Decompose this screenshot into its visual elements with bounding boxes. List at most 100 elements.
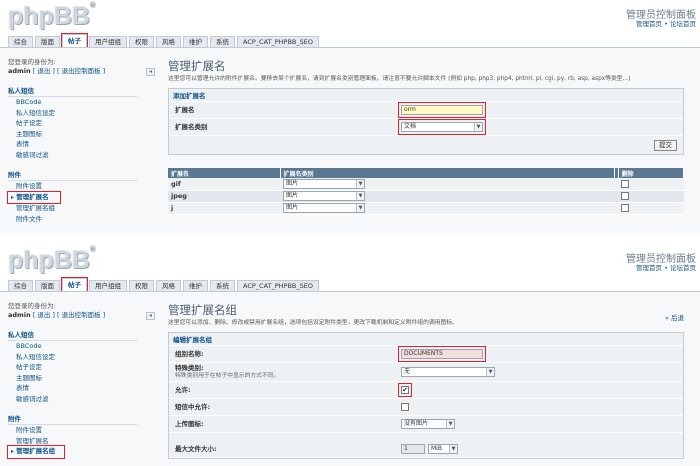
sidebar-item-extension-groups[interactable]: ▸ 管理扩展名组	[7, 445, 65, 459]
logout-link[interactable]: [ 退出 ]	[33, 311, 55, 319]
tab-posting[interactable]: 帖子	[61, 33, 88, 49]
acp-header-links[interactable]: 管理首页 • 论坛首页	[636, 262, 696, 272]
group-name-row: 组别名称: DOCUMENTS	[169, 346, 683, 363]
upload-icon-select[interactable]: 没有图片 ▼	[401, 419, 455, 429]
row-group-select[interactable]: 图片 ▼	[283, 178, 365, 189]
header: phpBB® 管理员控制面板 管理首页 • 论坛首页	[0, 0, 700, 34]
extension-group-select[interactable]: 文档 ▼	[398, 119, 486, 135]
page-description: 这里您可以添加、删除、修改或禁用扩展名组，选项包括设定附件类型，更改下载机制和定…	[168, 320, 458, 326]
extension-group-row: 扩展名类别 文档 ▼	[169, 119, 683, 136]
tab-bar: 综合 版面 帖子 用户组组 权限 风格 维护 系统 ACP_CAT_PHPBB_…	[8, 33, 319, 49]
sidebar-item-word-censor[interactable]: 敏感词过滤	[8, 394, 138, 405]
sidebar-section-pm: 私人短信	[8, 85, 138, 97]
sidebar-item-manage-extensions[interactable]: ▸ 管理扩展名	[7, 190, 61, 204]
acp-header-links[interactable]: 管理首页 • 论坛首页	[636, 18, 696, 28]
max-filesize-unit-select[interactable]: MiB ▼	[428, 444, 458, 454]
special-category-select[interactable]: 无 ▼	[401, 367, 495, 377]
page-description: 这里您可以管理允许的附件扩展名。要移去某个扩展名，请到扩展名类别管理面板。请注意…	[168, 76, 631, 82]
sidebar-item-topic-icons[interactable]: 主题图标	[8, 129, 138, 140]
sidebar-item-pm-settings[interactable]: 私人短信设定	[8, 108, 138, 119]
sidebar: 您登录的身份为: admin [ 退出 ] [ 退出控制面板 ] ◂ 私人短信 …	[7, 302, 155, 459]
main-content: 管理扩展名组 « 后退 这里您可以添加、删除、修改或禁用扩展名组，选项包括设定附…	[168, 302, 688, 459]
special-category-row: 特殊类别: 特殊类别用于在帖子中显示的方式不同。 无 ▼	[169, 363, 683, 382]
submit-button[interactable]: 提交	[654, 139, 677, 151]
upload-icon-row: 上传图标: 没有图片 ▼	[169, 416, 683, 433]
sidebar-item-post-settings[interactable]: 帖子设定	[8, 362, 138, 373]
sidebar-section-attachments: 附件	[8, 413, 138, 425]
submit-row: 提交	[169, 136, 683, 154]
exit-acp-link[interactable]: [ 退出控制面板 ]	[57, 311, 105, 319]
sidebar-item-topic-icons[interactable]: 主题图标	[8, 373, 138, 384]
spacer-row	[169, 433, 683, 441]
sidebar-item-attachment-settings[interactable]: 附件设置	[8, 181, 138, 192]
chevron-down-icon: ▼	[446, 420, 454, 428]
sidebar-item-smilies[interactable]: 表情	[8, 139, 138, 150]
extension-row: 扩展名 orm	[169, 102, 683, 119]
page-title: 管理扩展名	[168, 59, 226, 73]
table-row: jpeg 图片 ▼	[168, 190, 684, 203]
sidebar-item-attachment-settings[interactable]: 附件设置	[8, 425, 138, 436]
group-name-label: 组别名称:	[175, 349, 204, 358]
sidebar-item-manage-extensions[interactable]: 管理扩展名	[8, 436, 138, 447]
row-group-select[interactable]: 图片 ▼	[283, 191, 365, 201]
allowed-row: 允许: ✔	[169, 382, 683, 399]
chevron-down-icon: ▼	[449, 445, 457, 453]
delete-checkbox[interactable]	[621, 179, 629, 188]
sidebar-section-pm: 私人短信	[8, 329, 138, 341]
max-filesize-row: 最大文件大小: 1 MiB ▼	[169, 441, 683, 458]
sidebar-item-extension-groups[interactable]: 管理扩展名组	[8, 203, 138, 214]
sidebar-item-bbcode[interactable]: BBCode	[8, 341, 138, 352]
extension-label: 扩展名	[175, 105, 195, 114]
allowed-label: 允许:	[175, 385, 191, 394]
table-row: j 图片 ▼	[168, 202, 684, 215]
sidebar: 您登录的身份为: admin [ 退出 ] [ 退出控制面板 ] ◂ 私人短信 …	[7, 58, 155, 225]
collapse-sidebar-icon[interactable]: ◂	[146, 68, 155, 76]
group-name-input[interactable]: DOCUMENTS	[398, 346, 486, 362]
username: admin	[8, 311, 31, 319]
screen-manage-extension-groups: phpBB® 管理员控制面板 管理首页 • 论坛首页 综合 版面 帖子 用户组组…	[0, 244, 700, 466]
delete-checkbox[interactable]	[621, 192, 629, 200]
table-row: gif 图片 ▼	[168, 178, 684, 191]
extensions-table: 扩展名 扩展名类别 删除 gif 图片 ▼ jpeg 图片 ▼ j 图片 ▼	[168, 168, 684, 215]
phpbb-logo: phpBB®	[8, 2, 96, 30]
delete-checkbox[interactable]	[621, 204, 629, 212]
allowed-in-pm-row: 短信中允许:	[169, 399, 683, 416]
logout-link[interactable]: [ 退出 ]	[33, 67, 55, 75]
allowed-in-pm-checkbox[interactable]	[401, 403, 409, 411]
username: admin	[8, 67, 31, 75]
sidebar-item-post-settings[interactable]: 帖子设定	[8, 118, 138, 129]
max-filesize-label: 最大文件大小:	[175, 444, 217, 453]
allowed-checkbox[interactable]: ✔	[398, 383, 412, 397]
exit-acp-link[interactable]: [ 退出控制面板 ]	[57, 67, 105, 75]
allowed-in-pm-label: 短信中允许:	[175, 402, 211, 411]
tab-bar: 综合 版面 帖子 用户组组 权限 风格 维护 系统 ACP_CAT_PHPBB_…	[8, 277, 319, 293]
extension-group-label: 扩展名类别	[175, 122, 208, 131]
phpbb-logo: phpBB®	[8, 246, 96, 274]
back-link[interactable]: « 后退	[665, 312, 684, 322]
chevron-down-icon: ▼	[486, 368, 494, 376]
sidebar-item-pm-settings[interactable]: 私人短信设定	[8, 352, 138, 363]
max-filesize-input[interactable]: 1	[401, 444, 425, 454]
page-title: 管理扩展名组	[168, 303, 237, 317]
table-header: 扩展名 扩展名类别 删除	[168, 168, 684, 178]
sidebar-item-attachment-files[interactable]: 附件文件	[8, 214, 138, 225]
upload-icon-label: 上传图标:	[175, 419, 204, 428]
tab-posting[interactable]: 帖子	[61, 277, 88, 293]
collapse-sidebar-icon[interactable]: ◂	[146, 312, 155, 320]
chevron-down-icon: ▼	[474, 123, 482, 131]
main-content: 管理扩展名 这里您可以管理允许的附件扩展名。要移去某个扩展名，请到扩展名类别管理…	[168, 58, 688, 215]
sidebar-item-bbcode[interactable]: BBCode	[8, 97, 138, 108]
edit-group-fieldset: 编辑扩展名组 组别名称: DOCUMENTS 特殊类别: 特殊类别用于在帖子中显示…	[168, 332, 684, 459]
chevron-down-icon: ▼	[356, 192, 364, 200]
chevron-down-icon: ▼	[356, 179, 364, 188]
chevron-down-icon: ▼	[356, 204, 364, 212]
login-info: 您登录的身份为: admin [ 退出 ] [ 退出控制面板 ]	[8, 58, 106, 75]
fieldset-legend: 添加扩展名	[169, 89, 683, 102]
sidebar-item-smilies[interactable]: 表情	[8, 383, 138, 394]
row-group-select[interactable]: 图片 ▼	[283, 203, 365, 213]
sidebar-item-word-censor[interactable]: 敏感词过滤	[8, 150, 138, 161]
sidebar-section-attachments: 附件	[8, 169, 138, 181]
add-extension-fieldset: 添加扩展名 扩展名 orm 扩展名类别 文档 ▼ 提交	[168, 88, 684, 155]
login-info: 您登录的身份为: admin [ 退出 ] [ 退出控制面板 ]	[8, 302, 106, 319]
extension-input[interactable]: orm	[398, 102, 486, 118]
